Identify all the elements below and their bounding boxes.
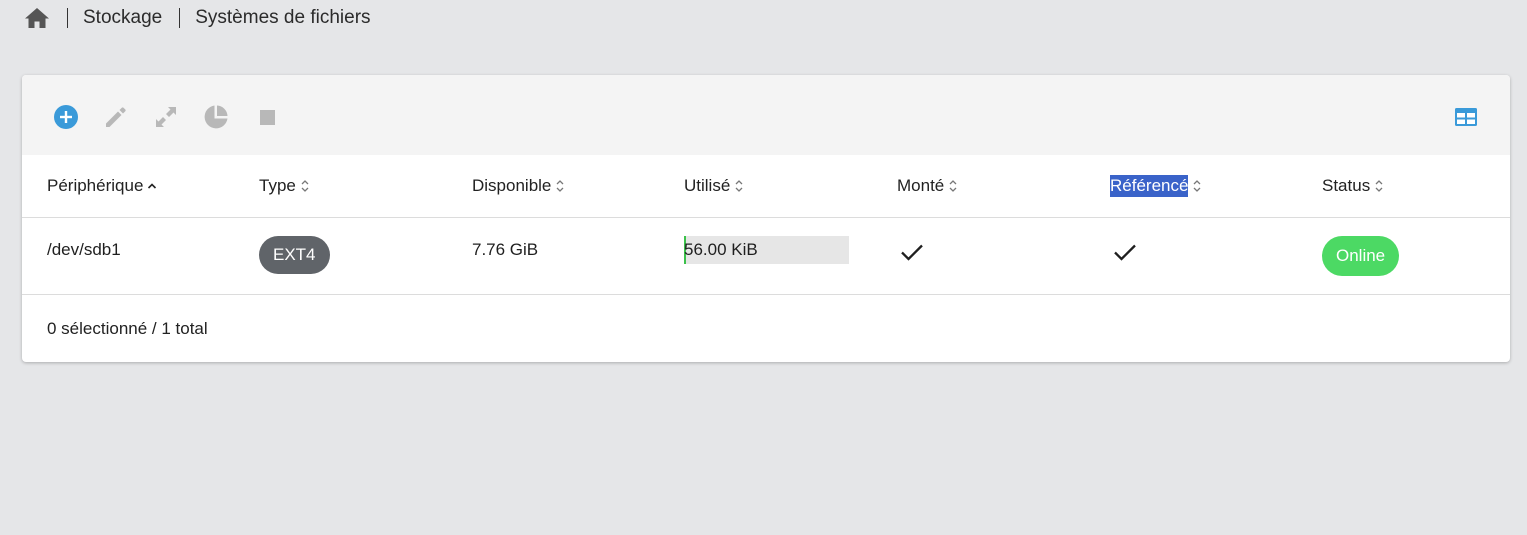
stop-icon [260,110,275,125]
sort-icon [948,179,958,193]
breadcrumb: Stockage Systèmes de fichiers [24,4,371,32]
pie-chart-icon [204,105,228,129]
unmount-button[interactable] [253,103,281,131]
sort-icon [555,179,565,193]
column-header-type[interactable]: Type [259,155,310,217]
plus-circle-icon [54,105,78,129]
column-label: Type [259,176,296,195]
column-label: Monté [897,176,945,195]
column-header-referenced[interactable]: Référencé [1110,155,1202,217]
sort-icon [1192,179,1202,193]
cell-mounted [899,238,925,266]
cell-status: Online [1322,236,1400,276]
breadcrumb-storage[interactable]: Stockage [83,7,162,29]
breadcrumb-separator [67,8,68,28]
add-button[interactable] [52,103,80,131]
filesystems-panel: Périphérique Type Disponible Utilisé Mon… [22,75,1510,362]
column-label: Status [1322,176,1371,195]
column-header-mounted[interactable]: Monté [897,155,958,217]
table-columns-icon [1455,108,1477,126]
status-badge: Online [1322,236,1400,276]
cell-used: 56.00 KiB [684,236,849,264]
checkmark-icon [901,244,923,261]
column-header-device[interactable]: Périphérique [47,155,157,217]
column-label: Disponible [472,176,552,195]
column-header-used[interactable]: Utilisé [684,155,744,217]
pencil-icon [106,107,126,127]
sort-icon [1374,179,1384,193]
selection-summary: 0 sélectionné / 1 total [47,319,208,338]
cell-type: EXT4 [259,236,330,274]
checkmark-icon [1114,244,1136,261]
cell-referenced [1112,238,1138,266]
quota-button[interactable] [202,103,230,131]
column-label: Périphérique [47,176,144,195]
column-settings-button[interactable] [1452,103,1480,131]
table-row[interactable]: /dev/sdb1 EXT4 7.76 GiB 56.00 KiB Online [22,218,1510,295]
table-header: Périphérique Type Disponible Utilisé Mon… [22,155,1510,218]
column-label: Utilisé [684,176,731,195]
toolbar [22,75,1510,155]
sort-icon [734,179,744,193]
home-icon[interactable] [24,5,50,31]
breadcrumb-filesystems[interactable]: Systèmes de fichiers [195,7,370,29]
column-header-status[interactable]: Status [1322,155,1384,217]
type-badge: EXT4 [259,236,330,274]
cell-device: /dev/sdb1 [47,240,121,259]
column-header-available[interactable]: Disponible [472,155,565,217]
column-label: Référencé [1110,175,1189,197]
usage-text: 56.00 KiB [684,240,758,259]
cell-available: 7.76 GiB [472,240,539,259]
expand-icon [156,107,176,127]
usage-bar: 56.00 KiB [684,236,849,264]
breadcrumb-separator [179,8,181,28]
sort-icon [300,179,310,193]
sort-asc-icon [147,181,157,191]
edit-button[interactable] [102,103,130,131]
resize-button[interactable] [152,103,180,131]
